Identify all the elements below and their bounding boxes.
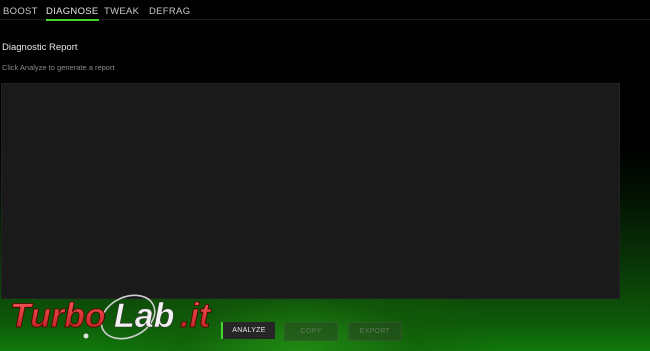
tab-defrag[interactable]: DEFRAG	[149, 6, 190, 17]
report-output-area[interactable]	[1, 83, 620, 299]
watermark-lab-text: Lab	[114, 297, 174, 335]
tab-tweak[interactable]: TWEAK	[104, 6, 139, 17]
copy-button[interactable]: COPY	[284, 322, 338, 341]
watermark-it-text: .it	[180, 297, 212, 335]
watermark-turbo-text: Turbo	[10, 297, 106, 335]
export-button[interactable]: EXPORT	[348, 322, 402, 341]
analyze-button[interactable]: ANALYZE	[221, 322, 275, 339]
top-tab-bar: BOOST DIAGNOSE TWEAK DEFRAG	[0, 0, 650, 21]
hint-text: Click Analyze to generate a report	[2, 63, 115, 72]
tab-diagnose[interactable]: DIAGNOSE	[46, 6, 99, 21]
tab-boost[interactable]: BOOST	[3, 6, 38, 17]
page-title: Diagnostic Report	[2, 42, 78, 53]
